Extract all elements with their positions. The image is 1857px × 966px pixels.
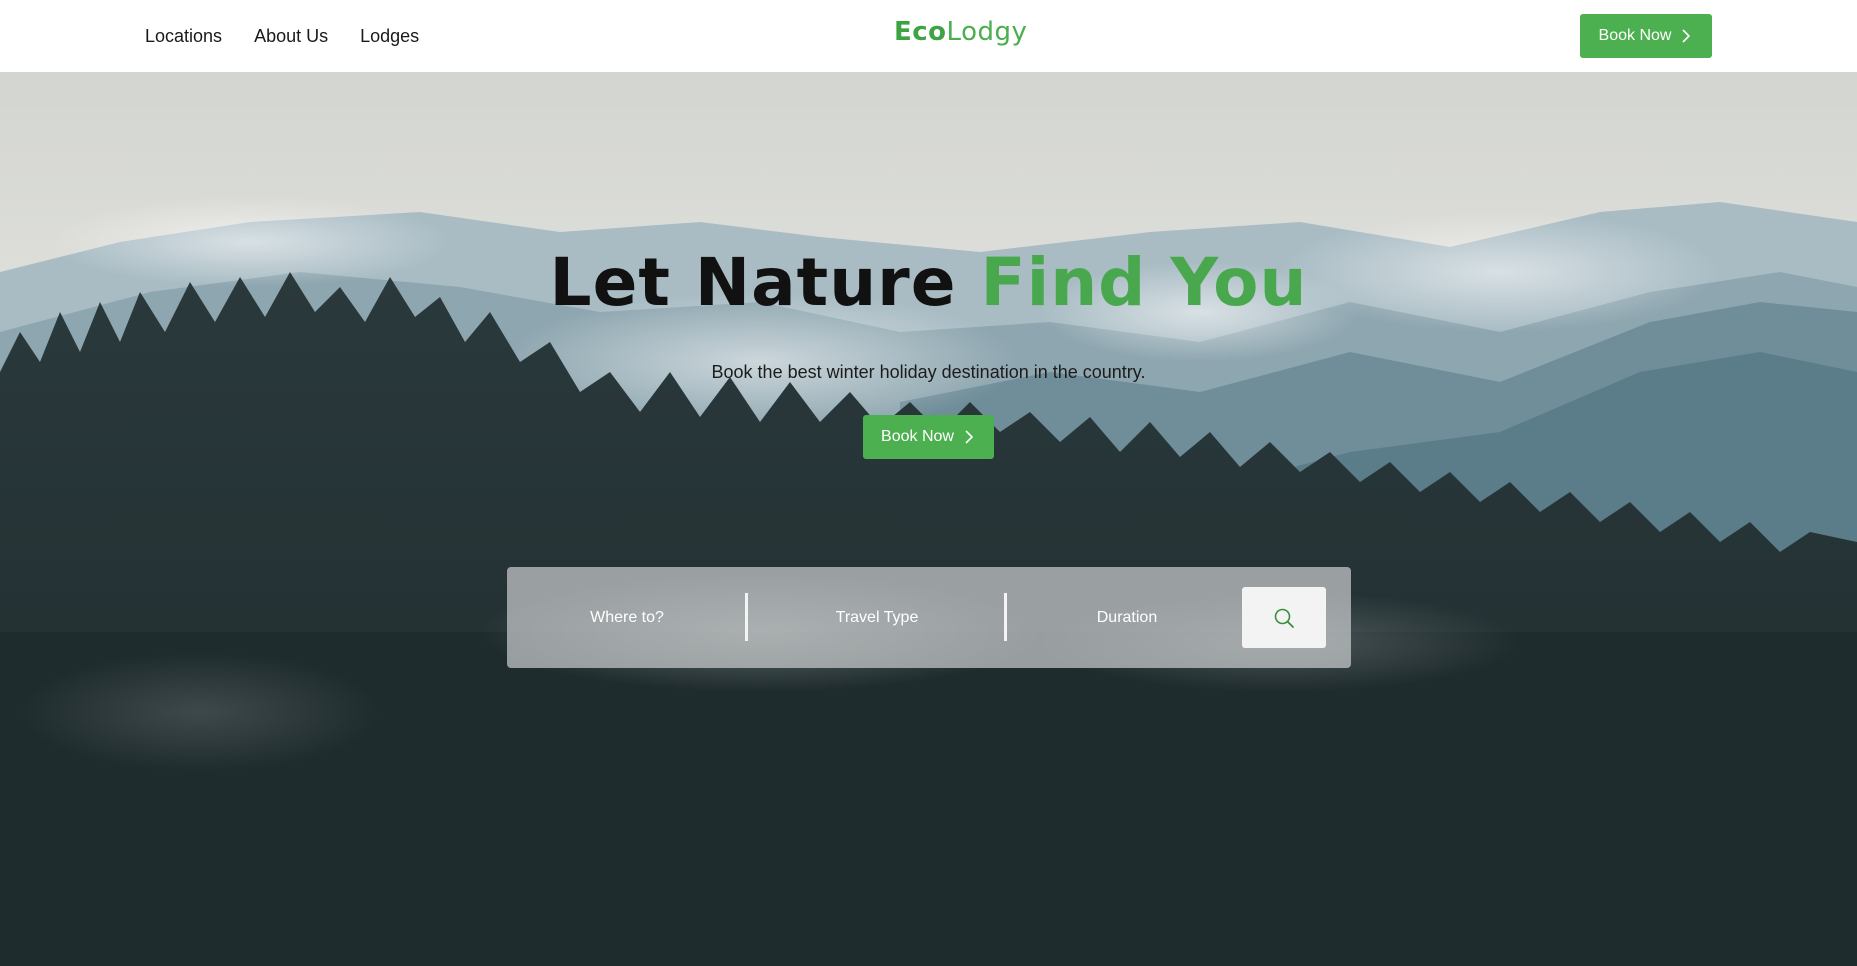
logo-part-eco: Eco (894, 17, 947, 47)
logo-part-lodgy: Lodgy (946, 17, 1028, 47)
nav-link-lodges[interactable]: Lodges (360, 26, 419, 47)
chevron-right-icon (1682, 29, 1691, 43)
search-icon (1274, 608, 1294, 628)
hero-background-image (0, 72, 1857, 966)
site-logo[interactable]: EcoLodgy (894, 17, 1027, 47)
hero-book-now-button[interactable]: Book Now (863, 415, 994, 459)
travel-type-label: Travel Type (835, 608, 919, 626)
main-nav: Locations About Us Lodges (145, 0, 451, 72)
hero-subtitle: Book the best winter holiday destination… (711, 362, 1146, 382)
header-book-now-label: Book Now (1598, 27, 1672, 44)
travel-type-field[interactable]: Travel Type (747, 567, 1007, 668)
search-bar: Where to? Travel Type Duration (507, 567, 1351, 668)
hero-section: Let Nature Find You Book the best winter… (0, 72, 1857, 966)
header-book-now-button[interactable]: Book Now (1580, 14, 1712, 58)
nav-link-about-us[interactable]: About Us (254, 26, 328, 47)
hero-title-part-1: Let Nature (549, 244, 981, 321)
hero-title-accent: Find You (980, 244, 1308, 321)
where-to-label: Where to? (590, 608, 664, 626)
hero-book-now-label: Book Now (881, 428, 954, 445)
duration-field[interactable]: Duration (1007, 567, 1247, 668)
duration-label: Duration (1096, 608, 1158, 626)
search-button[interactable] (1242, 587, 1326, 648)
top-navigation-bar: Locations About Us Lodges EcoLodgy Book … (0, 0, 1857, 72)
chevron-right-icon (965, 430, 974, 444)
where-to-field[interactable]: Where to? (507, 567, 747, 668)
hero-title: Let Nature Find You (0, 244, 1857, 321)
nav-link-locations[interactable]: Locations (145, 26, 222, 47)
